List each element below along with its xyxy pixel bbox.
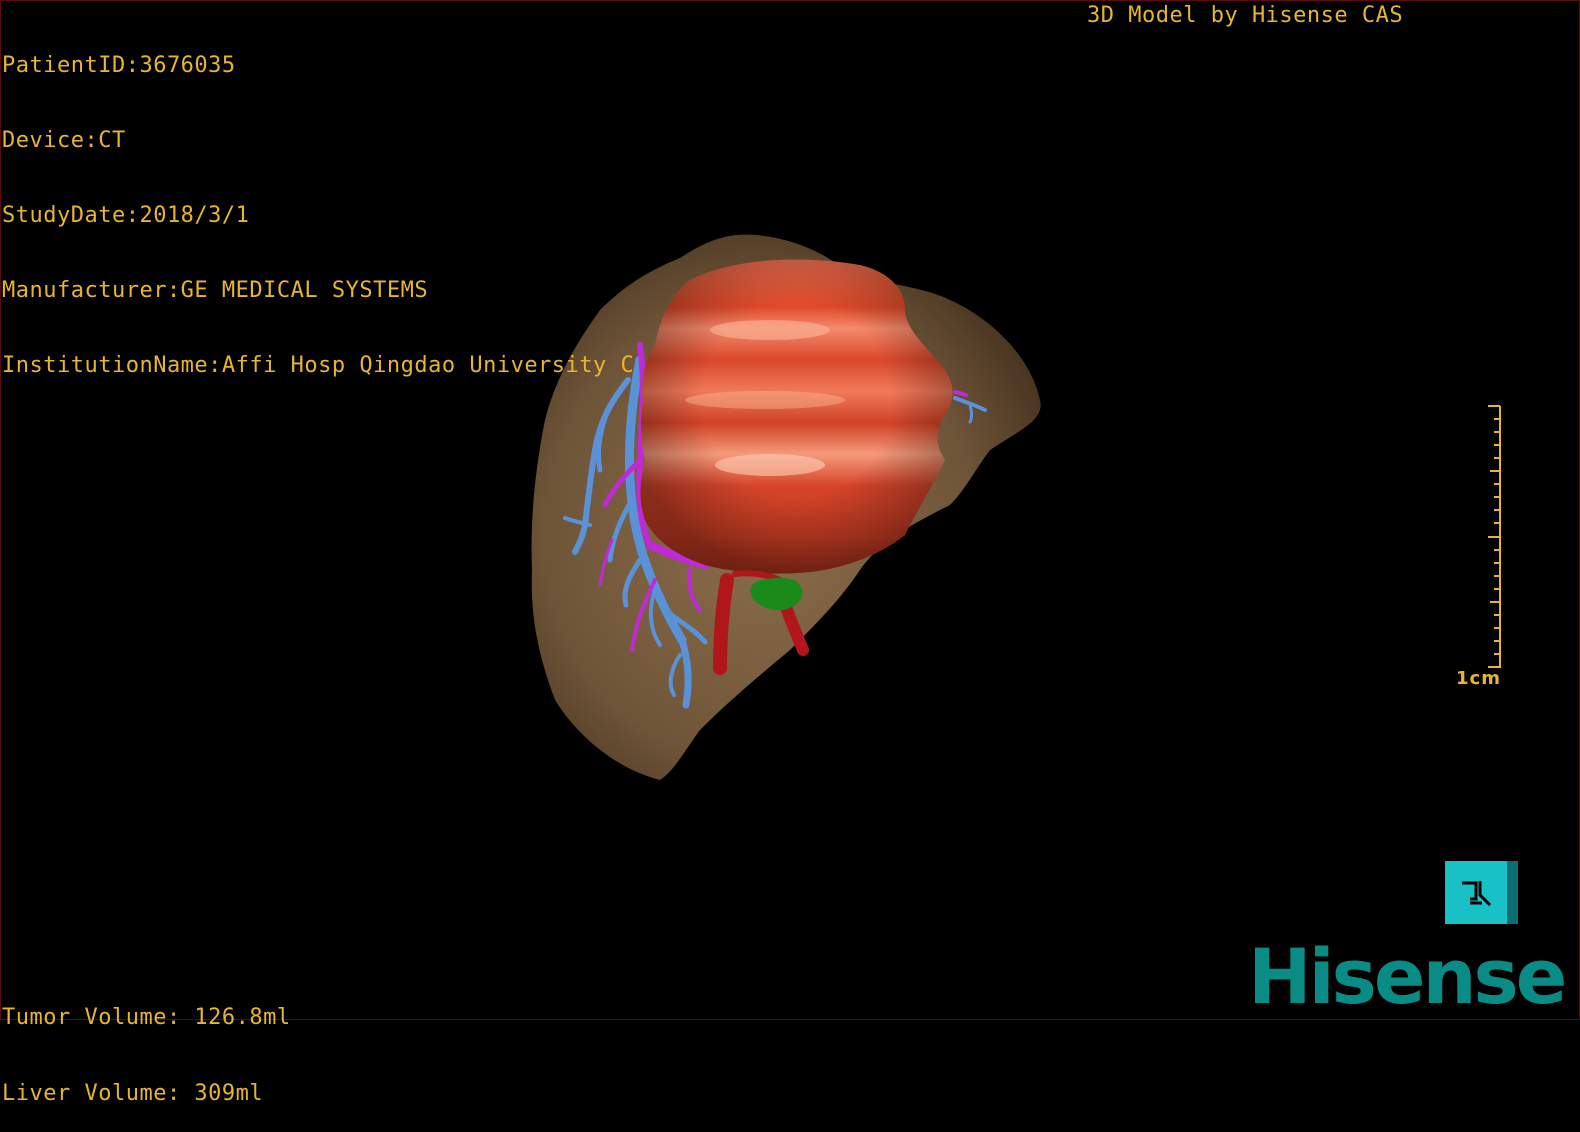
view-mode-button[interactable] <box>1445 861 1507 924</box>
hisense-logo: Hisense <box>1248 932 1567 1021</box>
tumor-volume: Tumor Volume: 126.8ml <box>2 1005 291 1030</box>
volume-overlay: Tumor Volume: 126.8ml Liver Volume: 309m… <box>2 955 291 1132</box>
scale-bar <box>1488 405 1501 668</box>
study-date: StudyDate:2018/3/1 <box>2 203 250 228</box>
model-credit: 3D Model by Hisense CAS <box>1087 3 1404 28</box>
liver-volume: Liver Volume: 309ml <box>2 1081 264 1106</box>
view-mode-button-shadow <box>1507 861 1518 924</box>
view-mode-icon <box>1462 880 1492 906</box>
manufacturer: Manufacturer:GE MEDICAL SYSTEMS <box>2 278 429 303</box>
device: Device:CT <box>2 128 126 153</box>
institution-name: InstitutionName:Affi Hosp Qingdao Univer… <box>2 353 635 378</box>
patient-id: PatientID:3676035 <box>2 53 236 78</box>
patient-info-overlay: PatientID:3676035 Device:CT StudyDate:20… <box>2 3 634 403</box>
scale-bar-label: 1cm <box>1456 668 1501 689</box>
